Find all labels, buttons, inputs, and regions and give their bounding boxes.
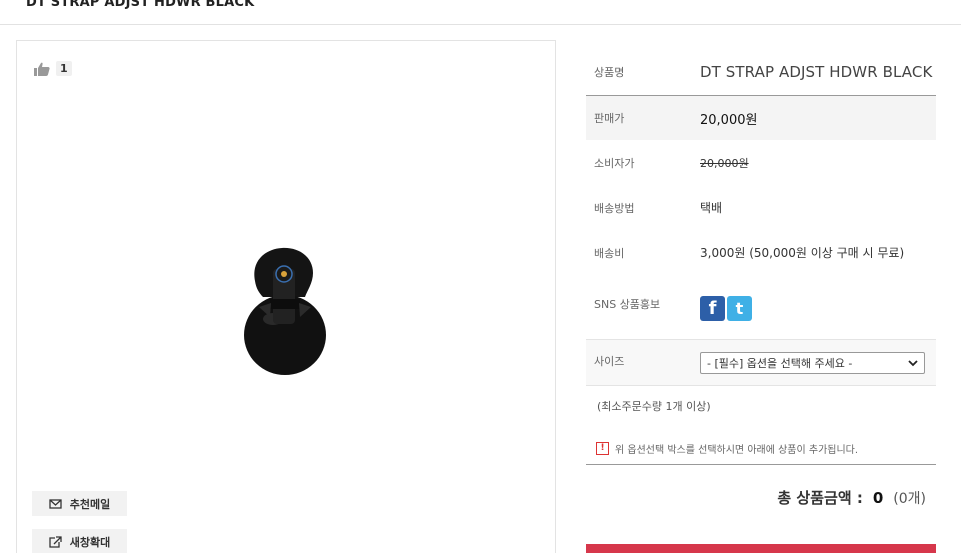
min-order-quantity: (최소주문수량 1개 이상) <box>597 400 711 413</box>
shipping-method-label: 배송방법 <box>594 201 635 215</box>
shipping-fee-value: 3,000원 (50,000원 이상 구매 시 무료) <box>700 246 905 260</box>
consumer-price-value: 20,000원 <box>700 156 749 170</box>
like-count: 1 <box>56 61 72 76</box>
external-link-icon <box>49 535 62 548</box>
product-name-label: 상품명 <box>594 65 625 79</box>
envelope-icon <box>49 498 62 509</box>
size-select[interactable]: - [필수] 옵션을 선택해 주세요 - <box>700 351 925 374</box>
open-zoom-window-label: 새창확대 <box>69 535 111 549</box>
open-zoom-window-button[interactable]: 새창확대 <box>32 529 127 553</box>
product-gallery: 1 추천메일 새창확대 <box>16 40 556 553</box>
sns-share-label: SNS 상품홍보 <box>594 298 661 311</box>
shipping-fee-label: 배송비 <box>594 246 625 260</box>
option-notice: ! 위 옵션선택 박스를 선택하시면 아래에 상품이 추가됩니다. <box>586 426 936 464</box>
option-notice-text: 위 옵션선택 박스를 선택하시면 아래에 상품이 추가됩니다. <box>615 444 859 456</box>
total-amount: 0 <box>872 489 884 507</box>
price-label: 판매가 <box>594 112 625 125</box>
product-name-row: 상품명 DT STRAP ADJST HDWR BLACK <box>586 48 936 96</box>
total-price: 총 상품금액 : 0 (0개) <box>586 465 936 537</box>
consumer-price-row: 소비자가 20,000원 <box>586 140 936 185</box>
shipping-fee-row: 배송비 3,000원 (50,000원 이상 구매 시 무료) <box>586 230 936 275</box>
shipping-method-row: 배송방법 택배 <box>586 185 936 230</box>
twitter-icon[interactable]: t <box>727 295 752 321</box>
page-title: DT STRAP ADJST HDWR BLACK <box>26 0 255 10</box>
top-bar: DT STRAP ADJST HDWR BLACK <box>0 0 961 25</box>
size-option-row: 사이즈 - [필수] 옵션을 선택해 주세요 - <box>586 340 936 386</box>
warning-icon: ! <box>596 441 609 455</box>
product-info: 상품명 DT STRAP ADJST HDWR BLACK 판매가 20,000… <box>586 48 936 537</box>
sns-share-row: SNS 상품홍보 f t <box>586 275 936 340</box>
facebook-icon[interactable]: f <box>700 295 725 321</box>
price-value: 20,000원 <box>700 112 758 128</box>
price-row: 판매가 20,000원 <box>586 96 936 140</box>
recommend-email-button[interactable]: 추천메일 <box>32 491 127 516</box>
like-button[interactable]: 1 <box>34 61 72 76</box>
total-label: 총 상품금액 : <box>777 489 863 507</box>
buy-now-button[interactable] <box>586 544 936 553</box>
recommend-email-label: 추천메일 <box>69 497 111 511</box>
size-label: 사이즈 <box>594 354 625 368</box>
size-select-value: - [필수] 옵션을 선택해 주세요 - <box>707 356 853 370</box>
product-image[interactable] <box>237 241 337 381</box>
total-quantity: (0개) <box>893 491 926 507</box>
sns-icons: f t <box>700 295 752 321</box>
shipping-method-value: 택배 <box>700 201 723 215</box>
product-name: DT STRAP ADJST HDWR BLACK <box>700 62 933 81</box>
chevron-down-icon <box>908 359 918 366</box>
thumbs-up-icon <box>34 62 50 76</box>
consumer-price-label: 소비자가 <box>594 156 635 170</box>
